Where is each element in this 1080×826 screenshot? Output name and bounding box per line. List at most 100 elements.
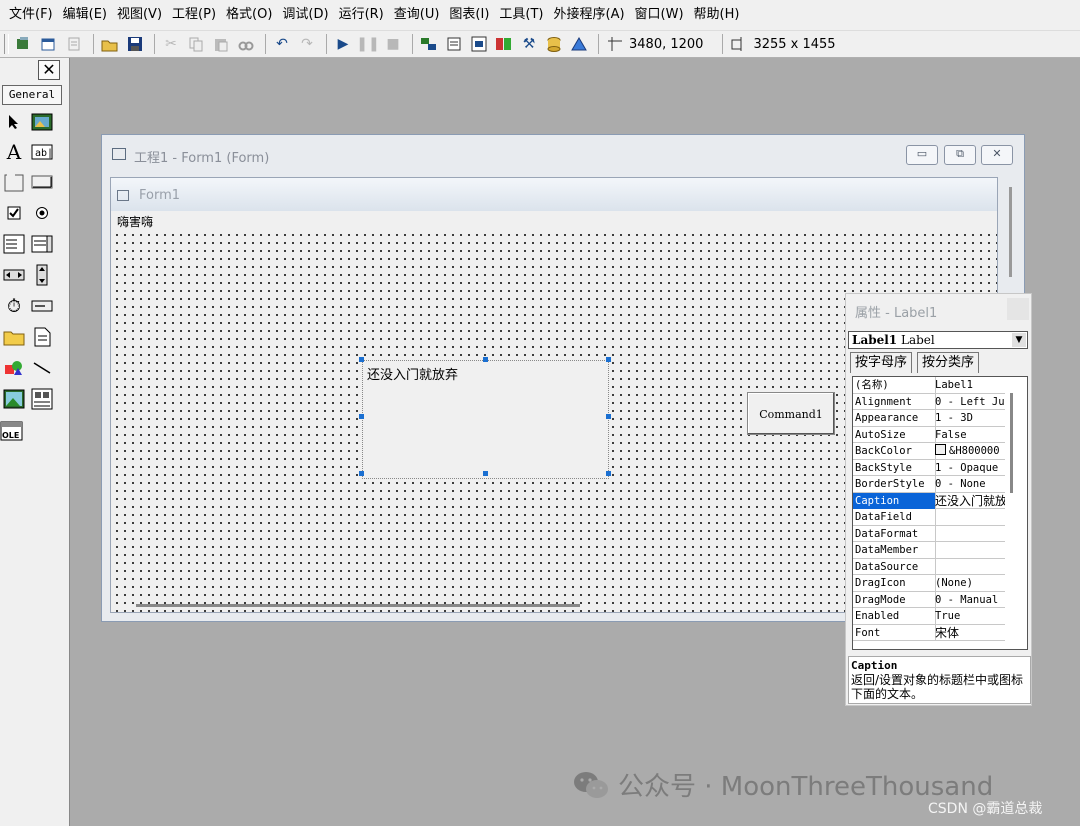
add-project-icon[interactable] — [13, 33, 35, 55]
command1-button[interactable]: Command1 — [747, 392, 835, 435]
textbox-tool-icon[interactable]: ab| — [30, 140, 54, 164]
hscrollbar-tool-icon[interactable] — [2, 263, 26, 287]
property-row[interactable]: BackColor &H800000 — [853, 443, 1005, 460]
resize-handle[interactable] — [359, 471, 364, 476]
start-icon[interactable]: ▶ — [332, 33, 354, 55]
component-manager-icon[interactable] — [568, 33, 590, 55]
horizontal-scrollbar[interactable] — [136, 604, 580, 607]
property-value[interactable]: 还没入门就放 — [935, 493, 1005, 509]
label1-control[interactable]: 还没入门就放弃 — [362, 360, 609, 479]
paste-icon[interactable] — [210, 33, 232, 55]
image-tool-icon[interactable] — [2, 387, 26, 411]
data-tool-icon[interactable] — [30, 387, 54, 411]
resize-handle[interactable] — [606, 357, 611, 362]
toolbox-icon[interactable]: ⚒ — [518, 33, 540, 55]
resize-handle[interactable] — [483, 357, 488, 362]
menu-format[interactable]: 格式(O) — [221, 0, 277, 30]
property-row[interactable]: DataFormat — [853, 525, 1005, 542]
properties-window-icon[interactable] — [443, 33, 465, 55]
pointer-tool-icon[interactable] — [2, 110, 26, 134]
dirlistbox-tool-icon[interactable] — [2, 325, 26, 349]
filelistbox-tool-icon[interactable] — [30, 325, 54, 349]
property-row-selected[interactable]: Caption 还没入门就放 — [853, 492, 1005, 509]
cut-icon[interactable]: ✂ — [160, 33, 182, 55]
break-icon[interactable]: ❚❚ — [356, 33, 379, 55]
menu-addins[interactable]: 外接程序(A) — [549, 0, 630, 30]
checkbox-tool-icon[interactable] — [2, 201, 26, 225]
property-row[interactable]: DragIcon (None) — [853, 575, 1005, 592]
vertical-scrollbar[interactable] — [1009, 187, 1012, 277]
property-grid-scrollbar[interactable] — [1010, 393, 1013, 493]
chevron-down-icon[interactable]: ▼ — [1012, 333, 1026, 347]
menu-debug[interactable]: 调试(D) — [277, 0, 333, 30]
menu-editor-icon[interactable] — [63, 33, 85, 55]
property-row[interactable]: Alignment 0 - Left Ju — [853, 393, 1005, 410]
tab-alphabetic[interactable]: 按字母序 — [850, 352, 913, 373]
add-form-icon[interactable] — [38, 33, 60, 55]
label-tool-icon[interactable]: A — [2, 140, 26, 164]
property-row[interactable]: DragMode 0 - Manual — [853, 591, 1005, 608]
vscrollbar-tool-icon[interactable] — [30, 263, 54, 287]
property-row[interactable]: (名称) Label1 — [853, 377, 1005, 394]
property-row[interactable]: DataField — [853, 509, 1005, 526]
line-tool-icon[interactable] — [30, 356, 54, 380]
properties-close-button[interactable] — [1007, 298, 1029, 320]
resize-handle[interactable] — [483, 471, 488, 476]
menu-edit[interactable]: 编辑(E) — [58, 0, 112, 30]
menu-query[interactable]: 查询(U) — [389, 0, 445, 30]
form-menu-item[interactable]: 嗨害嗨 — [117, 213, 153, 230]
copy-icon[interactable] — [185, 33, 207, 55]
open-project-icon[interactable] — [99, 33, 121, 55]
picturebox-tool-icon[interactable] — [30, 110, 54, 134]
property-row[interactable]: DataSource — [853, 558, 1005, 575]
redo-icon[interactable]: ↷ — [296, 33, 318, 55]
property-row[interactable]: DataMember — [853, 542, 1005, 559]
end-icon[interactable]: ■ — [382, 33, 404, 55]
data-view-icon[interactable] — [543, 33, 565, 55]
resize-handle[interactable] — [359, 414, 364, 419]
property-row[interactable]: Appearance 1 - 3D — [853, 410, 1005, 427]
menu-window[interactable]: 窗口(W) — [630, 0, 689, 30]
find-icon[interactable] — [235, 33, 257, 55]
tab-categorized[interactable]: 按分类序 — [917, 352, 980, 373]
save-project-icon[interactable] — [124, 33, 146, 55]
resize-handle[interactable] — [606, 471, 611, 476]
property-row[interactable]: Enabled True — [853, 608, 1005, 625]
ole-tool-icon[interactable]: OLE — [0, 419, 24, 443]
object-browser-icon[interactable] — [493, 33, 515, 55]
form-layout-icon[interactable] — [468, 33, 490, 55]
menu-help[interactable]: 帮助(H) — [689, 0, 745, 30]
optionbutton-tool-icon[interactable] — [30, 201, 54, 225]
resize-handle[interactable] — [606, 414, 611, 419]
combobox-tool-icon[interactable] — [2, 232, 26, 256]
project-explorer-icon[interactable] — [418, 33, 440, 55]
property-value: 0 - Manual — [935, 593, 999, 606]
property-row[interactable]: AutoSize False — [853, 426, 1005, 443]
object-selector[interactable]: Label1 Label ▼ — [848, 331, 1028, 349]
restore-icon[interactable]: ⧉ — [944, 145, 976, 165]
close-icon[interactable]: ✕ — [981, 145, 1013, 165]
menu-tools[interactable]: 工具(T) — [494, 0, 548, 30]
property-row[interactable]: Font 宋体 — [853, 624, 1005, 641]
undo-icon[interactable]: ↶ — [271, 33, 293, 55]
menu-project[interactable]: 工程(P) — [167, 0, 221, 30]
property-row[interactable]: BackStyle 1 - Opaque — [853, 459, 1005, 476]
shape-tool-icon[interactable] — [2, 356, 26, 380]
property-value: 宋体 — [935, 625, 960, 640]
form-icon — [117, 190, 129, 201]
close-icon[interactable]: ✕ — [38, 60, 60, 80]
drivelistbox-tool-icon[interactable] — [30, 294, 54, 318]
menu-file[interactable]: 文件(F) — [4, 0, 58, 30]
property-row[interactable]: BorderStyle 0 - None — [853, 476, 1005, 493]
menu-view[interactable]: 视图(V) — [112, 0, 167, 30]
menu-run[interactable]: 运行(R) — [334, 0, 389, 30]
frame-tool-icon[interactable] — [2, 170, 26, 194]
timer-tool-icon[interactable]: ⏱ — [2, 294, 26, 318]
toolbox-tab-general[interactable]: General — [2, 85, 62, 105]
listbox-tool-icon[interactable] — [30, 232, 54, 256]
menu-diagram[interactable]: 图表(I) — [444, 0, 494, 30]
commandbutton-tool-icon[interactable] — [30, 170, 54, 194]
resize-handle[interactable] — [359, 357, 364, 362]
toolbar-grip[interactable] — [4, 34, 9, 54]
minimize-icon[interactable]: ▭ — [906, 145, 938, 165]
